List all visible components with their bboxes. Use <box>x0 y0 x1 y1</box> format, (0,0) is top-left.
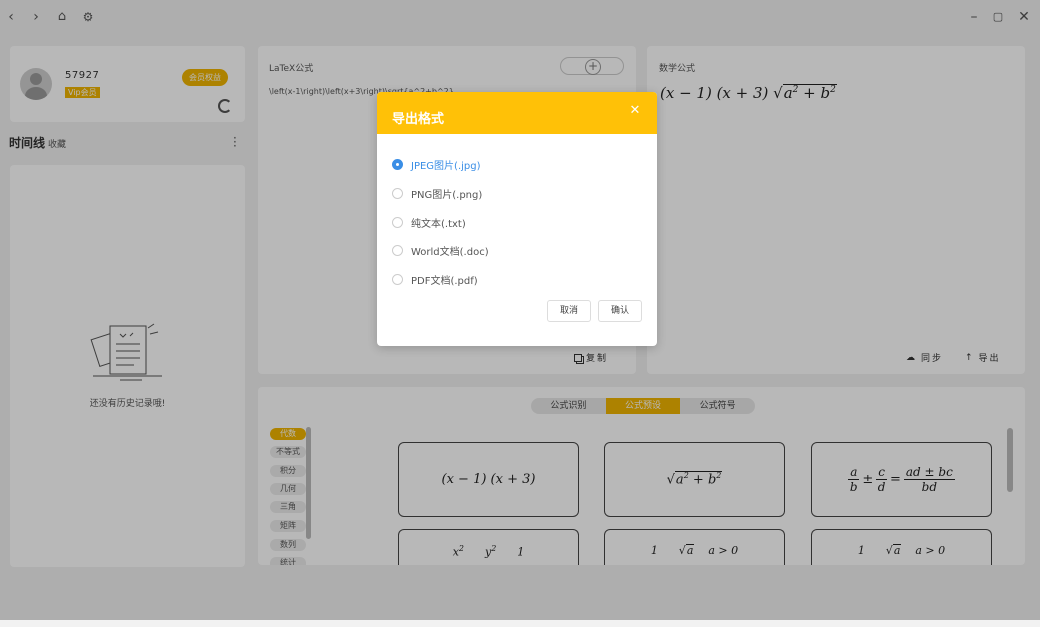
radio[interactable] <box>392 274 403 285</box>
radio[interactable] <box>392 245 403 256</box>
option-label: World文档(.doc) <box>411 243 489 258</box>
dialog-header: 导出格式 ✕ <box>377 92 657 134</box>
option-jpeg[interactable]: JPEG图片(.jpg) <box>392 157 481 172</box>
option-label: 纯文本(.txt) <box>411 215 466 230</box>
export-format-dialog: 导出格式 ✕ JPEG图片(.jpg) PNG图片(.png) 纯文本(.txt… <box>377 92 657 346</box>
close-icon[interactable]: ✕ <box>629 105 641 117</box>
cancel-button[interactable]: 取消 <box>547 300 591 322</box>
option-label: PDF文档(.pdf) <box>411 272 478 287</box>
option-label: JPEG图片(.jpg) <box>411 157 481 172</box>
confirm-button[interactable]: 确认 <box>598 300 642 322</box>
option-label: PNG图片(.png) <box>411 186 482 201</box>
option-pdf[interactable]: PDF文档(.pdf) <box>392 272 478 287</box>
option-png[interactable]: PNG图片(.png) <box>392 186 482 201</box>
radio[interactable] <box>392 217 403 228</box>
option-txt[interactable]: 纯文本(.txt) <box>392 215 466 230</box>
dialog-title: 导出格式 <box>392 108 444 127</box>
radio-checked[interactable] <box>392 159 403 170</box>
option-doc[interactable]: World文档(.doc) <box>392 243 489 258</box>
radio[interactable] <box>392 188 403 199</box>
